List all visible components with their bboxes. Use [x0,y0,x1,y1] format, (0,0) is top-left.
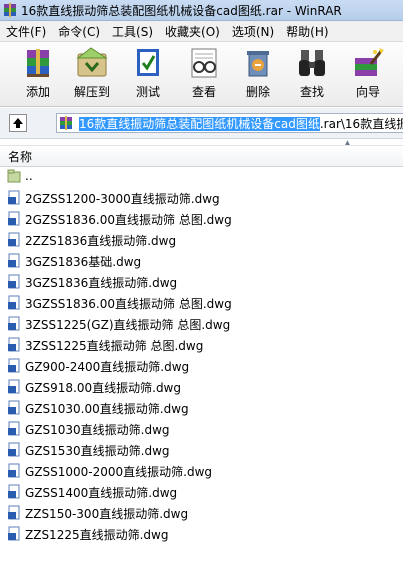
menu-tools[interactable]: 工具(S) [106,23,159,40]
menu-options[interactable]: 选项(N) [226,23,280,40]
dwg-file-icon [8,211,20,226]
up-one-level-button[interactable] [9,114,27,132]
file-name: GZS1030直线振动筛.dwg [25,423,170,437]
up-arrow-icon [13,118,23,128]
list-item[interactable]: 3GZS1836基础.dwg [0,250,403,271]
file-name: 2GZSS1200-3000直线振动筛.dwg [25,192,220,206]
file-name: GZS918.00直线振动筛.dwg [25,381,181,395]
add-archive-icon [27,49,49,77]
address-bar: 16款直线振动筛总装配图纸机械设备cad图纸.rar\16款直线振 [0,108,403,139]
list-item[interactable]: 3ZSS1225(GZ)直线振动筛 总图.dwg [0,313,403,334]
dwg-file-icon [8,316,20,331]
dwg-file-icon [8,253,20,268]
menu-help[interactable]: 帮助(H) [280,23,334,40]
list-item-parent-folder[interactable]: .. [0,166,403,187]
dwg-file-icon [8,358,20,373]
list-item[interactable]: GZS1030.00直线振动筛.dwg [0,397,403,418]
dwg-file-icon [8,232,20,247]
file-name: ZZS1225直线振动筛.dwg [25,528,169,542]
extract-folder-icon [76,47,108,77]
list-item[interactable]: 2ZZS1836直线振动筛.dwg [0,229,403,250]
list-item[interactable]: 3GZS1836直线振动筛.dwg [0,271,403,292]
file-name: 3GZSS1836.00直线振动筛 总图.dwg [25,297,232,311]
dwg-file-icon [8,295,20,310]
archive-icon [60,116,72,130]
list-item[interactable]: ZZS1225直线振动筛.dwg [0,523,403,544]
file-name: 3GZS1836直线振动筛.dwg [25,276,178,290]
toolbar: 添加 解压到 测试 查看 删除 查找 向导 [0,42,403,107]
menu-favorites[interactable]: 收藏夹(O) [159,23,226,40]
list-item[interactable]: GZ900-2400直线振动筛.dwg [0,355,403,376]
test-button[interactable]: 测试 [122,46,174,104]
wizard-icon [355,48,384,76]
file-name: 3ZSS1225(GZ)直线振动筛 总图.dwg [25,318,231,332]
file-name: 2GZSS1836.00直线振动筛 总图.dwg [25,213,232,227]
file-name: 2ZZS1836直线振动筛.dwg [25,234,177,248]
dwg-file-icon [8,484,20,499]
file-name: 3ZSS1225直线振动筛 总图.dwg [25,339,204,353]
menu-commands[interactable]: 命令(C) [52,23,106,40]
menu-file[interactable]: 文件(F) [0,23,52,40]
title-bar: 16款直线振动筛总装配图纸机械设备cad图纸.rar - WinRAR [0,0,403,21]
list-item[interactable]: ZZS150-300直线振动筛.dwg [0,502,403,523]
file-name: 3GZS1836基础.dwg [25,255,142,269]
menu-bar: 文件(F) 命令(C) 工具(S) 收藏夹(O) 选项(N) 帮助(H) [0,21,403,42]
file-name: GZSS1400直线振动筛.dwg [25,486,178,500]
view-glasses-icon [191,48,217,78]
list-item[interactable]: GZSS1400直线振动筛.dwg [0,481,403,502]
wizard-button[interactable]: 向导 [342,46,394,104]
dwg-file-icon [8,526,20,541]
list-item[interactable]: 3ZSS1225直线振动筛 总图.dwg [0,334,403,355]
folder-up-icon [7,169,21,183]
find-button[interactable]: 查找 [286,46,338,104]
find-binoculars-icon [299,50,325,76]
list-item[interactable]: 2GZSS1200-3000直线振动筛.dwg [0,187,403,208]
dwg-file-icon [8,442,20,457]
extract-to-button[interactable]: 解压到 [66,46,118,104]
dwg-file-icon [8,379,20,394]
file-name: GZS1530直线振动筛.dwg [25,444,170,458]
list-item[interactable]: GZS918.00直线振动筛.dwg [0,376,403,397]
delete-button[interactable]: 删除 [232,46,284,104]
list-item[interactable]: 2GZSS1836.00直线振动筛 总图.dwg [0,208,403,229]
list-item[interactable]: GZSS1000-2000直线振动筛.dwg [0,460,403,481]
column-name-header[interactable]: 名称 [8,148,32,165]
dwg-file-icon [8,505,20,520]
dwg-file-icon [8,274,20,289]
path-text: 16款直线振动筛总装配图纸机械设备cad图纸.rar\16款直线振 [79,115,403,132]
add-button[interactable]: 添加 [12,46,64,104]
path-selected-text: 16款直线振动筛总装配图纸机械设备cad图纸 [79,117,320,131]
file-name: GZ900-2400直线振动筛.dwg [25,360,190,374]
file-name: .. [25,169,33,183]
list-item[interactable]: GZS1030直线振动筛.dwg [0,418,403,439]
list-item[interactable]: GZS1530直线振动筛.dwg [0,439,403,460]
dwg-file-icon [8,190,20,205]
dwg-file-icon [8,337,20,352]
path-rest-text: .rar\16款直线振 [319,117,403,131]
test-archive-icon [137,49,159,76]
view-button[interactable]: 查看 [178,46,230,104]
winrar-app-icon [4,3,16,17]
dwg-file-icon [8,463,20,478]
file-name: GZSS1000-2000直线振动筛.dwg [25,465,213,479]
list-item[interactable]: 3GZSS1836.00直线振动筛 总图.dwg [0,292,403,313]
file-name: ZZS150-300直线振动筛.dwg [25,507,189,521]
window-title: 16款直线振动筛总装配图纸机械设备cad图纸.rar - WinRAR [21,3,342,18]
delete-icon [247,51,269,77]
path-field[interactable]: 16款直线振动筛总装配图纸机械设备cad图纸.rar\16款直线振 [56,113,403,133]
dwg-file-icon [8,421,20,436]
column-header: 名称 [0,145,403,167]
dwg-file-icon [8,400,20,415]
file-name: GZS1030.00直线振动筛.dwg [25,402,189,416]
